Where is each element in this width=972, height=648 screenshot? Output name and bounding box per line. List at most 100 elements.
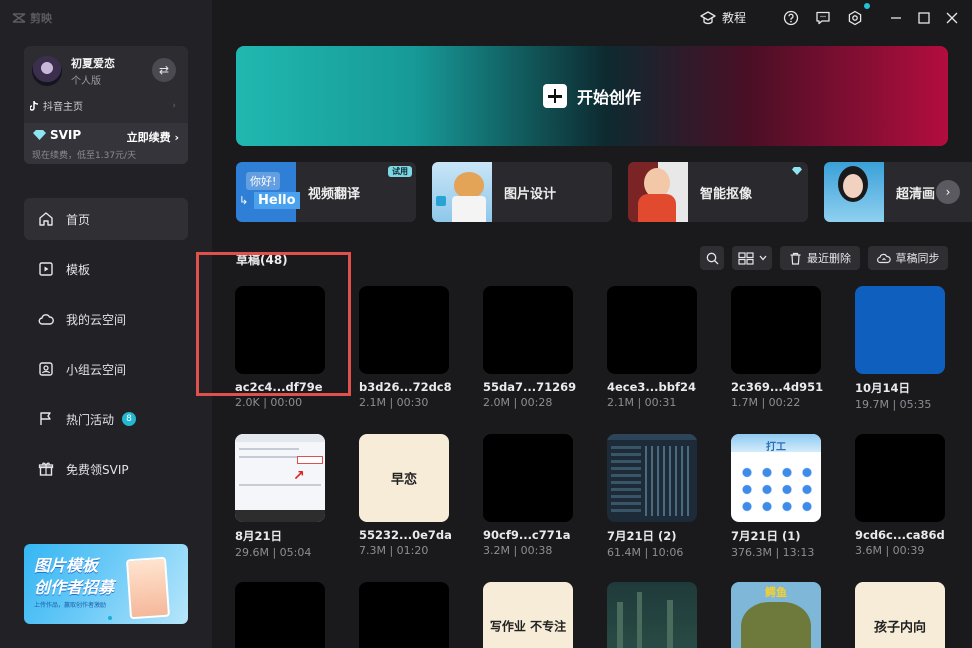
svip-label: SVIP [33,128,81,142]
titlebar: 教程 [212,0,972,36]
draft-card[interactable]: 鳄鱼 [731,582,821,648]
svip-renew-label: 立即续费 [126,131,171,144]
draft-card[interactable]: 早恋 55232...0e7da 7.3M | 01:20 [359,434,452,557]
draft-card[interactable]: 55da7...71269 2.0M | 00:28 [483,286,576,409]
draft-card[interactable] [359,582,449,648]
settings-icon[interactable] [847,10,863,26]
svip-renew-button[interactable]: 立即续费 › [127,129,179,145]
start-creation-label: 开始创作 [576,88,641,107]
help-icon[interactable] [783,10,799,26]
screenshot-panel [611,446,641,516]
draft-meta: 7.3M | 01:20 [359,544,429,557]
draft-card[interactable]: 孩子内向 [855,582,945,648]
draft-meta: 1.7M | 00:22 [731,396,801,409]
sidebar-item-hot-events[interactable]: 热门活动 8 [24,398,188,440]
draft-thumbnail: 孩子内向 [855,582,945,648]
draft-name: 7月21日 (2) [607,529,677,543]
group-cloud-icon [39,362,53,376]
chevron-right-icon[interactable]: › [936,180,960,204]
draft-card[interactable]: 10月14日 19.7M | 05:35 [855,286,945,411]
svip-text: SVIP [50,128,82,142]
close-icon[interactable] [944,10,960,26]
draft-meta: 3.2M | 00:38 [483,544,553,557]
feature-label: 视频翻译 [308,187,361,202]
search-button[interactable] [700,246,724,270]
sidebar-item-free-svip[interactable]: 免费领SVIP [24,448,188,490]
switch-account-button[interactable]: ⇄ [152,58,176,82]
draft-thumbnail [483,286,573,374]
screenshot-line [239,484,321,486]
draft-name: 90cf9...c771a [483,528,571,542]
draft-thumbnail: 打工 [731,434,821,522]
svip-description: 现在续费，低至1.37元/天 [32,151,137,161]
portrait-body [638,194,676,222]
sidebar-item-my-cloud[interactable]: 我的云空间 [24,298,188,340]
draft-card[interactable]: 4ece3...bbf24 2.1M | 00:31 [607,286,697,409]
cat-image [454,172,484,198]
draft-card[interactable] [607,582,697,648]
draft-name: 4ece3...bbf24 [607,380,696,394]
sidebar-item-home[interactable]: 首页 [24,198,188,240]
feedback-icon[interactable] [815,10,831,26]
draft-thumbnail [731,286,821,374]
app-logo-text: 剪映 [30,12,52,25]
draft-card[interactable]: 9cd6c...ca86d 3.6M | 00:39 [855,434,945,557]
sidebar-item-template[interactable]: 模板 [24,248,188,290]
maximize-icon[interactable] [916,10,932,26]
douyin-icon [30,100,39,111]
douyin-home-link[interactable]: 抖音主页 › [30,98,176,113]
draft-card[interactable]: 2c369...4d951 1.7M | 00:22 [731,286,824,409]
capcut-logo-icon [12,13,26,23]
tree-shape [617,602,623,648]
sidebar-item-group-cloud[interactable]: 小组云空间 [24,348,188,390]
draft-thumbnail [483,434,573,522]
draft-thumbnail [607,286,697,374]
draft-thumbnail [855,286,945,374]
draft-card[interactable]: 打工 7月21日 (1) 376.3M | 13:13 [731,434,821,559]
user-name: 初夏爱恋 [71,57,115,70]
image-icon [436,196,446,206]
draft-name: 10月14日 [855,381,911,395]
draft-card[interactable]: 写作业 不专注 [483,582,573,648]
feature-label: 智能抠像 [700,187,753,202]
draft-card[interactable]: 90cf9...c771a 3.2M | 00:38 [483,434,573,557]
draft-thumbnail [235,286,325,374]
plus-icon [542,84,567,108]
draft-card[interactable]: ↗ 8月21日 29.6M | 05:04 [235,434,325,559]
feature-image-design[interactable]: 图片设计 [432,162,612,222]
draft-card[interactable] [235,582,325,648]
graduation-cap-icon [700,10,716,24]
feature-thumb-text: 你好! [246,172,281,190]
draft-sync-button[interactable]: 草稿同步 [868,246,948,270]
recent-delete-button[interactable]: 最近删除 [780,246,860,270]
draft-card[interactable]: b3d26...72dc8 2.1M | 00:30 [359,286,452,409]
sidebar-item-label: 首页 [66,212,91,227]
draft-card[interactable]: ac2c4...df79e 2.0K | 00:00 [235,286,325,409]
feature-smart-cutout[interactable]: 智能抠像 [628,162,808,222]
minimize-icon[interactable] [888,10,904,26]
arrow-icon: ↳ [239,194,249,207]
feature-label: 超清画 [896,187,936,202]
view-mode-dropdown[interactable] [732,246,772,270]
feature-thumb: 你好! Hello ↳ [236,162,300,222]
draft-name: 2c369...4d951 [731,380,824,394]
promo-banner[interactable]: 图片模板 创作者招募 上传作品，赢取创作者激励 [24,544,188,624]
screenshot-header [607,434,697,440]
draft-meta: 2.1M | 00:31 [607,396,677,409]
promo-title-2: 创作者招募 [34,578,115,597]
draft-sync-label: 草稿同步 [895,252,940,265]
app-icon-grid [737,464,815,514]
avatar[interactable] [32,56,62,86]
start-creation-button[interactable]: 开始创作 [236,46,948,146]
feature-video-translate[interactable]: 你好! Hello ↳ 视频翻译 试用 [236,162,416,222]
tutorial-button[interactable]: 教程 [700,9,746,26]
draft-card[interactable]: 7月21日 (2) 61.4M | 10:06 [607,434,697,559]
trial-badge: 试用 [388,166,412,177]
draft-thumb-text: 打工 [766,442,786,453]
draft-name: 8月21日 [235,529,283,543]
tree-shape [637,592,642,648]
draft-thumb-text: 早恋 [390,472,417,488]
svip-box[interactable]: SVIP 立即续费 › 现在续费，低至1.37元/天 [24,123,188,164]
carousel-dot[interactable] [108,616,112,620]
feature-thumb [432,162,492,222]
